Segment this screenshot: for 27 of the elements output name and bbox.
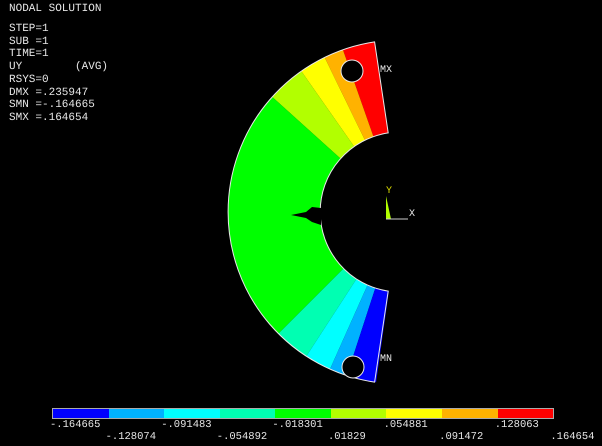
- info-line: UY (AVG): [9, 61, 108, 74]
- legend-value: -.128074: [106, 431, 158, 443]
- legend-value: .01829: [328, 431, 367, 443]
- marker-label: MX: [380, 65, 392, 76]
- crack-notch: [291, 207, 321, 225]
- info-line: SMN =-.164665: [9, 99, 96, 112]
- legend-value: .164654: [550, 431, 596, 443]
- legend-value: -.018301: [272, 419, 324, 431]
- bolt-hole: [342, 356, 364, 378]
- info-line: STEP=1: [9, 23, 50, 36]
- plot-title: NODAL SOLUTION: [9, 3, 102, 16]
- bolt-hole: [340, 60, 364, 82]
- axis-label: Y: [386, 186, 392, 197]
- info-line: TIME=1: [9, 48, 50, 62]
- legend-value: -.091483: [161, 419, 213, 431]
- info-line: SUB =1: [9, 36, 50, 48]
- legend-value: .128063: [494, 419, 540, 431]
- legend-value: .054881: [384, 419, 429, 431]
- legend-value: -.054892: [216, 431, 268, 443]
- legend-value: .091472: [439, 431, 484, 443]
- info-line: RSYS=0: [9, 74, 50, 87]
- marker-label: MN: [380, 354, 392, 365]
- axis-triad-icon: [386, 196, 408, 220]
- legend-value: -.164665: [50, 419, 102, 431]
- info-line: DMX =.235947: [9, 86, 90, 100]
- axis-label: X: [409, 209, 416, 220]
- info-line: SMX =.164654: [9, 112, 90, 125]
